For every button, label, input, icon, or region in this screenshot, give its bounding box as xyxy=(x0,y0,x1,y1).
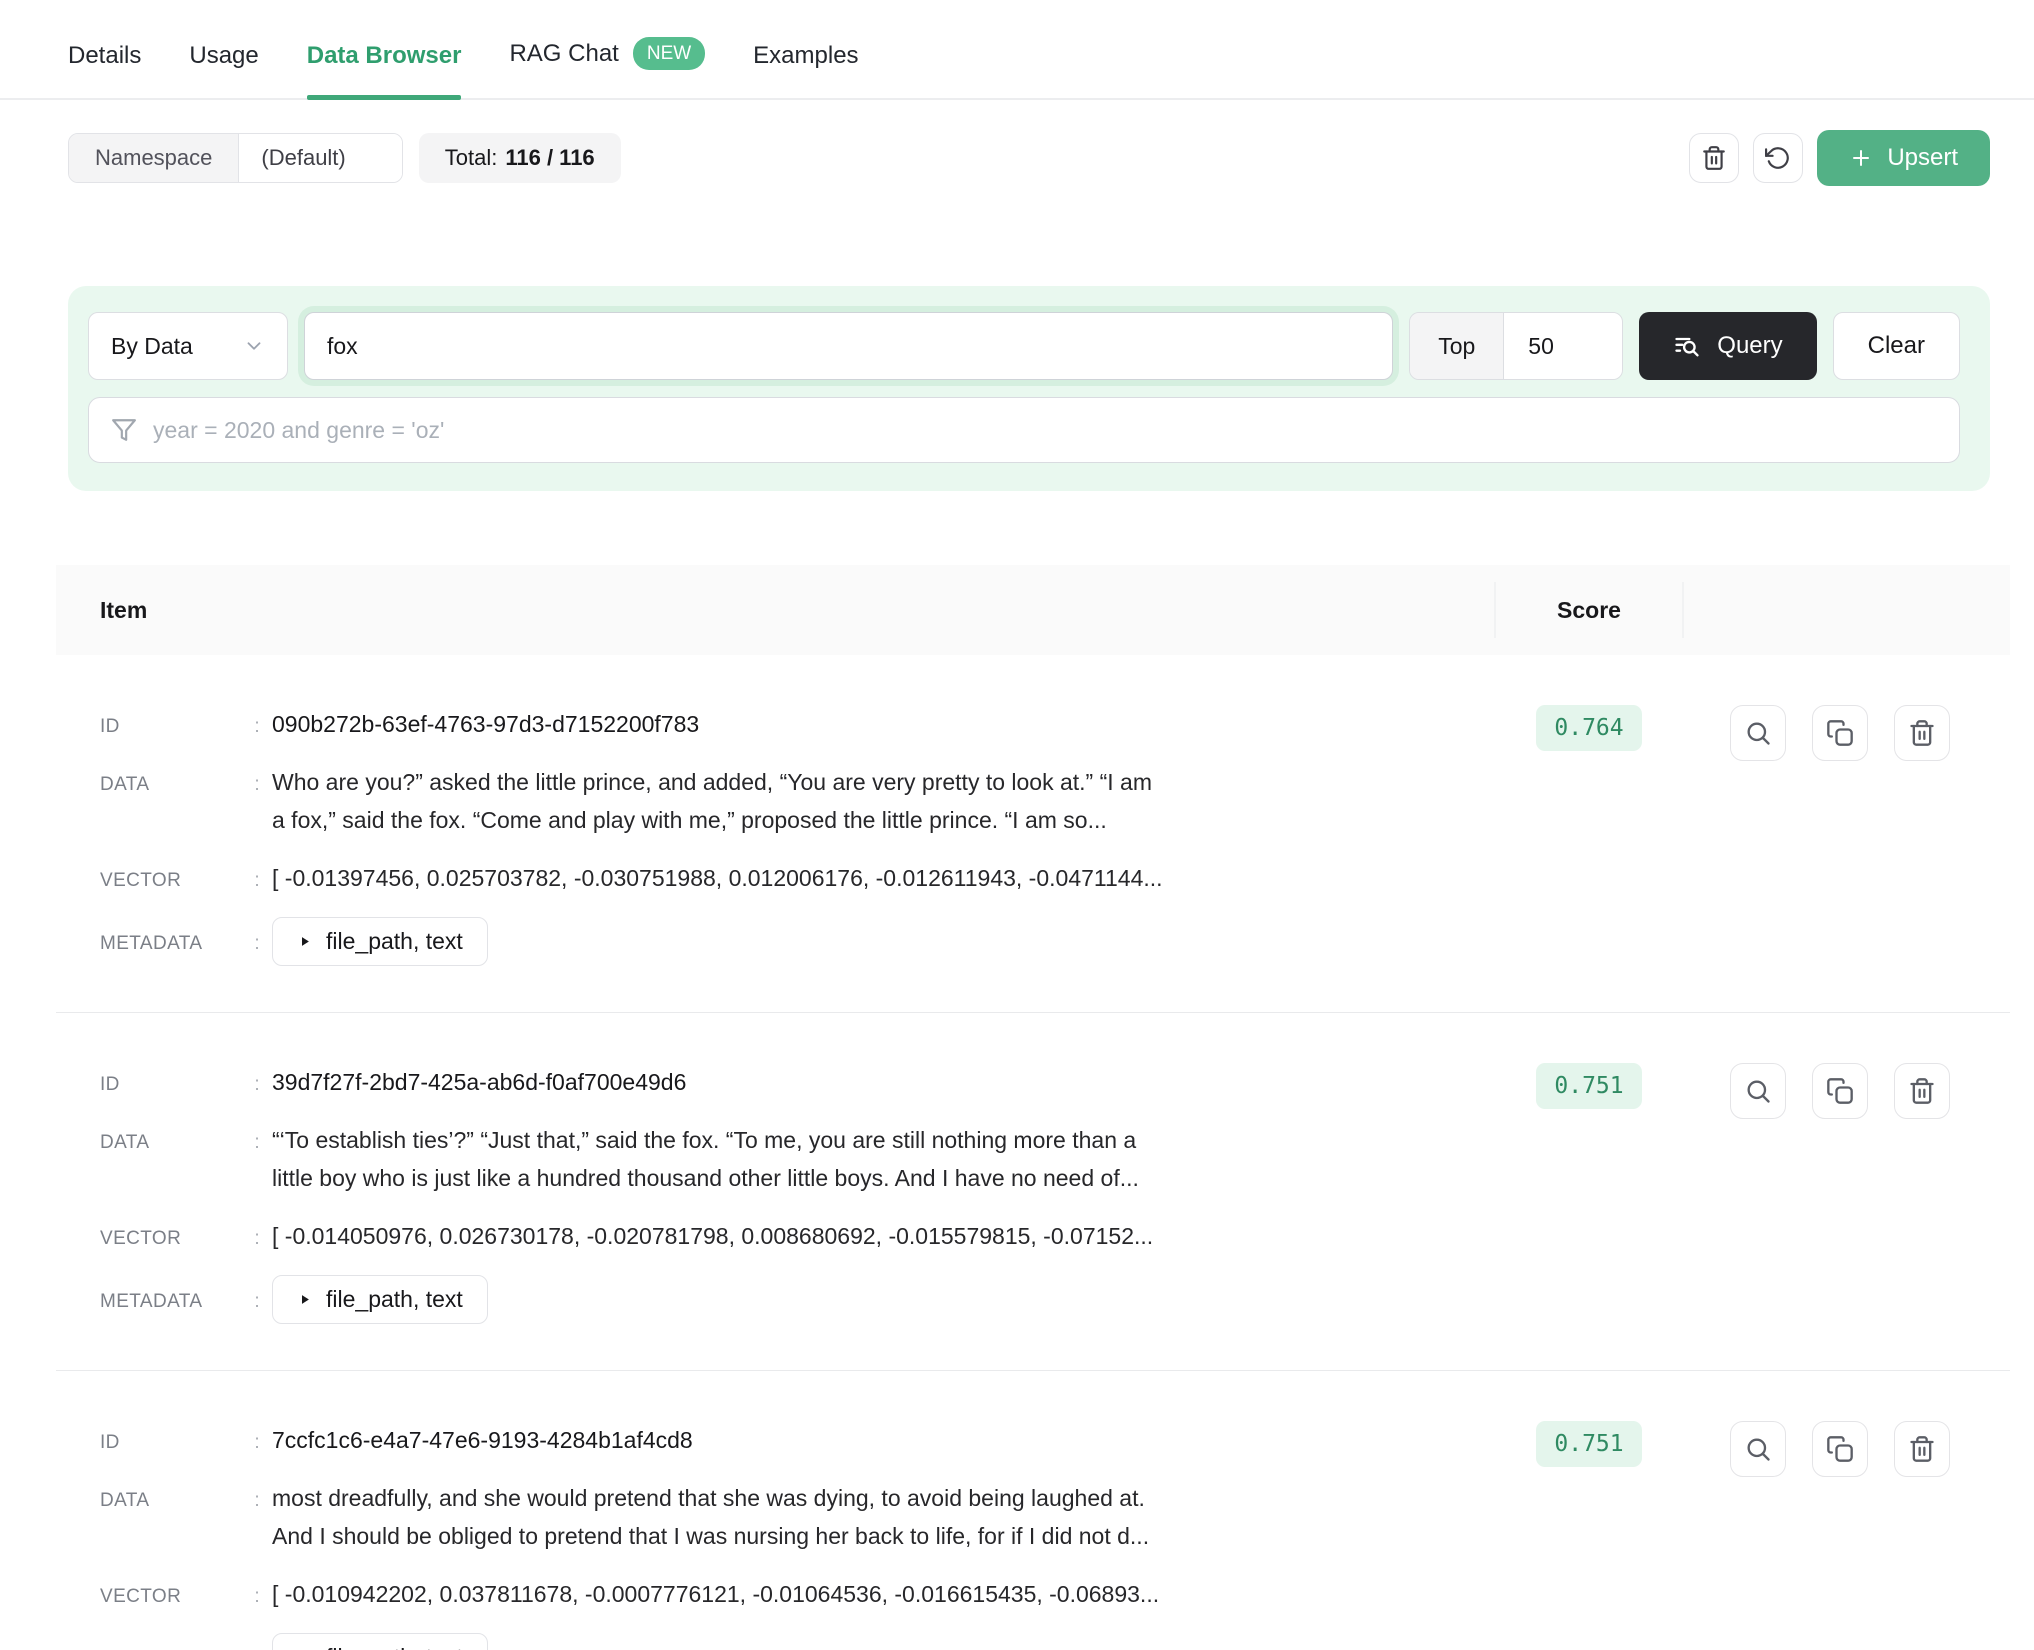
copy-icon xyxy=(1827,1436,1853,1462)
row-id-value: 090b272b-63ef-4763-97d3-d7152200f783 xyxy=(272,711,700,737)
total-count: Total: 116 / 116 xyxy=(418,133,621,183)
metadata-expander-button[interactable]: file_path, text xyxy=(272,1633,488,1650)
data-label: DATA xyxy=(100,1132,150,1153)
tab-details[interactable]: Details xyxy=(68,42,141,98)
item-column-header: Item xyxy=(100,596,148,623)
row-id-value: 7ccfc1c6-e4a7-47e6-9193-4284b1af4cd8 xyxy=(272,1427,693,1453)
row-data-value: most dreadfully, and she would pretend t… xyxy=(272,1485,1150,1549)
filter-input[interactable] xyxy=(153,416,1937,444)
tab-usage-label: Usage xyxy=(189,42,259,69)
query-button[interactable]: Query xyxy=(1639,312,1817,380)
tab-examples-label: Examples xyxy=(753,42,859,69)
tab-rag-chat-label: RAG Chat xyxy=(509,39,619,67)
metadata-keys: file_path, text xyxy=(326,1286,463,1312)
namespace-label: Namespace xyxy=(69,134,240,182)
delete-row-button[interactable] xyxy=(1894,705,1950,761)
tab-examples[interactable]: Examples xyxy=(753,42,858,98)
metadata-label: METADATA xyxy=(100,933,203,954)
inspect-row-button[interactable] xyxy=(1730,1063,1786,1119)
namespace-selector[interactable]: Namespace (Default) xyxy=(68,133,403,183)
score-column-header: Score xyxy=(1494,582,1684,638)
inspect-row-button[interactable] xyxy=(1730,1421,1786,1477)
tab-rag-chat[interactable]: RAG Chat NEW xyxy=(509,37,706,98)
copy-row-button[interactable] xyxy=(1812,705,1868,761)
id-label: ID xyxy=(100,1432,120,1453)
search-input[interactable] xyxy=(304,312,1394,380)
magnifier-icon xyxy=(1747,722,1770,745)
vector-label: VECTOR xyxy=(100,870,182,891)
query-button-label: Query xyxy=(1717,332,1783,359)
vector-label: VECTOR xyxy=(100,1586,182,1607)
new-badge: NEW xyxy=(632,37,706,70)
copy-icon xyxy=(1827,720,1853,746)
score-badge: 0.751 xyxy=(1536,1063,1642,1109)
row-data-value: “‘To establish ties’?” “Just that,” said… xyxy=(272,1127,1139,1191)
total-value: 116 / 116 xyxy=(505,145,595,170)
chevron-down-icon xyxy=(247,342,261,350)
query-mode-value: By Data xyxy=(111,332,193,359)
metadata-label: METADATA xyxy=(100,1291,203,1312)
table-header: Item Score xyxy=(56,565,2010,655)
search-list-icon xyxy=(1675,337,1699,357)
tab-data-browser[interactable]: Data Browser xyxy=(306,42,462,100)
filter-funnel-icon xyxy=(112,419,136,441)
triangle-right-icon xyxy=(302,937,309,946)
id-label: ID xyxy=(100,1074,120,1095)
refresh-button[interactable] xyxy=(1753,133,1804,183)
data-label: DATA xyxy=(100,1490,150,1511)
id-label: ID xyxy=(100,716,120,737)
upsert-button[interactable]: Upsert xyxy=(1817,130,1990,186)
metadata-filter-field xyxy=(88,397,1960,463)
metadata-keys: file_path, text xyxy=(326,928,463,954)
metadata-expander-button[interactable]: file_path, text xyxy=(272,917,488,966)
trash-icon xyxy=(1910,720,1934,746)
tab-data-browser-label: Data Browser xyxy=(306,42,462,69)
metadata-keys: file_path, text xyxy=(326,1644,463,1650)
query-panel: By Data Top Query Clear xyxy=(68,286,1990,491)
top-label: Top xyxy=(1410,313,1505,379)
trash-icon xyxy=(1703,146,1726,170)
top-k-input[interactable] xyxy=(1504,313,1623,379)
plus-icon xyxy=(1853,150,1870,166)
copy-row-button[interactable] xyxy=(1812,1063,1868,1119)
row-data-value: Who are you?” asked the little prince, a… xyxy=(272,769,1152,833)
row-vector-value: [ -0.01397456, 0.025703782, -0.030751988… xyxy=(272,865,1163,891)
delete-row-button[interactable] xyxy=(1894,1421,1950,1477)
delete-namespace-button[interactable] xyxy=(1689,133,1740,183)
trash-icon xyxy=(1910,1436,1934,1462)
tab-bar: Details Usage Data Browser RAG Chat NEW … xyxy=(0,0,2034,100)
metadata-expander-button[interactable]: file_path, text xyxy=(272,1275,488,1324)
score-badge: 0.751 xyxy=(1536,1421,1642,1467)
table-row: ID : 39d7f27f-2bd7-425a-ab6d-f0af700e49d… xyxy=(56,1012,2010,1370)
delete-row-button[interactable] xyxy=(1894,1063,1950,1119)
row-id-value: 39d7f27f-2bd7-425a-ab6d-f0af700e49d6 xyxy=(272,1069,687,1095)
magnifier-icon xyxy=(1747,1438,1770,1461)
toolbar: Namespace (Default) Total: 116 / 116 Ups… xyxy=(68,130,1990,186)
row-vector-value: [ -0.010942202, 0.037811678, -0.00077761… xyxy=(272,1581,1160,1607)
score-badge: 0.764 xyxy=(1536,705,1642,751)
refresh-icon xyxy=(1765,147,1790,169)
tab-details-label: Details xyxy=(68,42,142,69)
copy-icon xyxy=(1827,1078,1853,1104)
data-label: DATA xyxy=(100,774,150,795)
row-vector-value: [ -0.014050976, 0.026730178, -0.02078179… xyxy=(272,1223,1154,1249)
trash-icon xyxy=(1910,1078,1934,1104)
magnifier-icon xyxy=(1747,1080,1770,1103)
triangle-right-icon xyxy=(302,1295,309,1304)
upsert-label: Upsert xyxy=(1887,144,1958,171)
copy-row-button[interactable] xyxy=(1812,1421,1868,1477)
total-label: Total: xyxy=(444,145,498,170)
clear-button-label: Clear xyxy=(1867,332,1925,359)
vector-label: VECTOR xyxy=(100,1228,182,1249)
namespace-value[interactable]: (Default) xyxy=(239,134,402,182)
table-row: ID : 090b272b-63ef-4763-97d3-d7152200f78… xyxy=(56,655,2010,1012)
top-k-control: Top xyxy=(1409,312,1624,380)
inspect-row-button[interactable] xyxy=(1730,705,1786,761)
tab-usage[interactable]: Usage xyxy=(189,42,258,98)
chevron-down-icon xyxy=(358,147,380,169)
query-mode-select[interactable]: By Data xyxy=(88,312,288,380)
table-row: ID : 7ccfc1c6-e4a7-47e6-9193-4284b1af4cd… xyxy=(56,1370,2010,1650)
results-table: Item Score ID : 090b272b-63ef-4763-97d3-… xyxy=(56,565,2010,1650)
clear-button[interactable]: Clear xyxy=(1832,312,1960,380)
